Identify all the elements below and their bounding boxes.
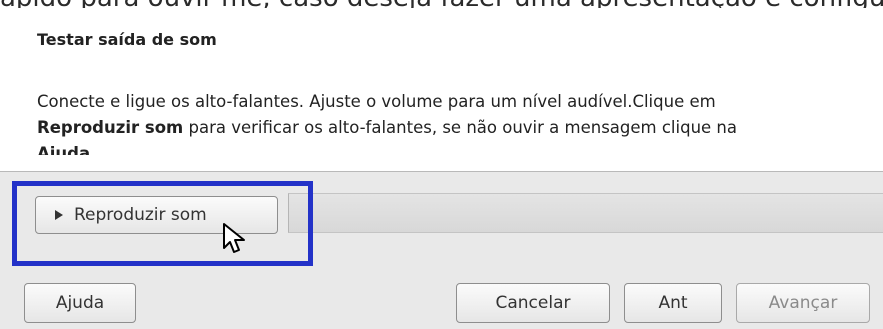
back-button[interactable]: Ant — [624, 283, 722, 323]
mouse-pointer-icon — [223, 223, 245, 253]
cancel-button[interactable]: Cancelar — [456, 283, 610, 323]
highlight-box — [12, 181, 313, 266]
instructions-part-1: Conecte e ligue os alto-falantes. Ajuste… — [37, 92, 716, 111]
instructions-bold-help: Ajuda — [37, 144, 91, 155]
help-button[interactable]: Ajuda — [24, 283, 136, 323]
truncated-header-text: ápido para ouvir-me, caso deseja fazer u… — [0, 0, 883, 8]
instructions-text: Conecte e ligue os alto-falantes. Ajuste… — [37, 89, 882, 167]
next-button[interactable]: Avançar — [736, 283, 870, 323]
audio-level-bar — [288, 193, 883, 233]
instructions-bold-play: Reproduzir som — [37, 118, 184, 137]
instructions-part-2: para verificar os alto-falantes, se não … — [188, 118, 737, 137]
section-title: Testar saída de som — [37, 30, 217, 49]
